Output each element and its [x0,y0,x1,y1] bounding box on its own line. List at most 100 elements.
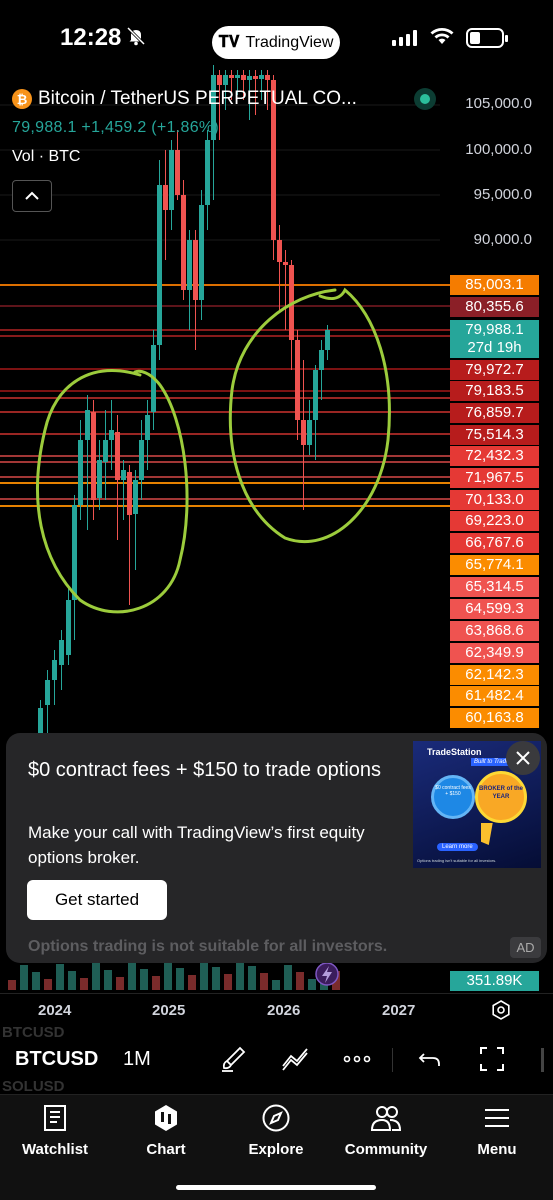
nav-label: Explore [248,1141,304,1158]
candle-body [175,150,180,195]
ad-image-footnote: Options trading isn't suitable for all i… [417,858,497,863]
candle-body [38,708,43,735]
volume-bar [200,960,208,990]
interval-selector[interactable]: 1M [123,1048,151,1071]
volume-bar [56,964,64,990]
time-axis[interactable]: 2024 2025 2026 2027 [0,993,553,1027]
candle-body [283,262,288,265]
nav-label: Menu [477,1141,517,1158]
candle-body [253,76,258,79]
candle-body [241,75,246,80]
candle-body [223,75,228,85]
ad-image-learn-more: Learn more [437,843,478,851]
candle-body [247,76,252,80]
volume-bar [236,959,244,990]
ad-card[interactable]: $0 contract fees + $150 to trade options… [6,733,547,963]
volume-legend[interactable]: Vol · BTC [12,148,80,166]
candle-body [127,472,132,515]
trend-line-tool-icon[interactable] [280,1044,310,1074]
volume-bar [32,972,40,990]
current-price: 79,988.1 [465,321,524,338]
ad-image-brand: TradeStation [427,747,482,757]
candle-body [139,440,144,480]
volume-bar [8,980,16,990]
price-level-tag: 63,868.6 [450,621,539,641]
ad-disclaimer: Options trading is not suitable for all … [28,938,388,955]
toolbar-overflow-indicator [541,1048,544,1072]
close-ad-button[interactable] [506,741,540,775]
candle-body [157,185,162,345]
annotation-circle-left [36,369,189,614]
get-started-button[interactable]: Get started [27,880,167,920]
candle-body [193,240,198,300]
volume-bar [104,970,112,990]
compass-icon [262,1104,290,1132]
volume-bar [68,971,76,990]
candle-body [295,340,300,420]
price-change: 79,988.1 +1,459.2 (+1.86%) [12,119,220,136]
nav-menu[interactable]: Menu [447,1103,547,1158]
ad-title: $0 contract fees + $150 to trade options [28,759,382,781]
candle-body [313,370,318,420]
volume-bar [80,978,88,990]
candle-body [115,432,120,480]
symbol-scroller-above[interactable]: BTCUSD [2,1024,65,1041]
symbol-scroller-below[interactable]: SOLUSD [2,1078,65,1095]
candle-body [325,330,330,350]
nav-explore[interactable]: Explore [226,1103,326,1158]
candle-body [265,75,270,80]
price-level-tag: 69,223.0 [450,511,539,531]
candle-body [103,440,108,462]
volume-bar [284,965,292,990]
market-status-icon[interactable] [414,88,436,110]
chevron-up-icon [25,191,39,200]
more-icon[interactable] [342,1044,372,1074]
price-level-tag: 65,314.5 [450,577,539,597]
volume-bar [164,961,172,990]
ad-image-badge-right: BROKER of the YEAR [479,786,523,800]
volume-bar [296,972,304,990]
candle-body [85,410,90,440]
fullscreen-icon[interactable] [477,1044,507,1074]
close-icon [516,751,530,765]
undo-icon[interactable] [415,1044,445,1074]
volume-bar [128,962,136,990]
home-indicator[interactable] [176,1185,376,1190]
menu-icon [485,1109,509,1127]
symbol-header[interactable]: ₿ Bitcoin / TetherUS PERPETUAL CO... [12,88,357,110]
volume-bar [224,974,232,990]
time-axis-label: 2025 [152,1002,186,1019]
symbol-selector[interactable]: BTCUSD [15,1048,98,1071]
price-level-tag: 79,972.7 [450,360,539,380]
candle-body [163,185,168,210]
volume-value-tag: 351.89K [450,971,539,991]
candle-body [217,75,222,85]
candle-body [259,75,264,79]
candle-body [45,680,50,705]
settings-icon[interactable] [490,999,512,1021]
nav-chart[interactable]: Chart [116,1103,216,1158]
collapse-legend-button[interactable] [12,180,52,212]
price-level-tag: 64,599.3 [450,599,539,619]
volume-bar [152,976,160,990]
toolbar-divider [392,1048,393,1072]
nav-watchlist[interactable]: Watchlist [5,1103,105,1158]
candle-body [91,412,96,500]
candle-body [59,640,64,665]
brush-drawing-icon[interactable] [219,1044,249,1074]
nav-community[interactable]: Community [336,1103,436,1158]
price-level-tag: 66,767.6 [450,533,539,553]
nav-label: Community [344,1141,428,1158]
price-level-tag: 62,349.9 [450,643,539,663]
volume-bar [44,979,52,990]
volume-bar [20,965,28,990]
candle-body [72,505,77,600]
candle-body [52,660,57,680]
price-level-tag: 61,482.4 [450,686,539,706]
price-level-tag: 65,774.1 [450,555,539,575]
candle-body [97,460,102,498]
candle-body [169,150,174,210]
volume-bar [188,975,196,990]
candle-body [66,600,71,655]
candle-body [133,480,138,514]
